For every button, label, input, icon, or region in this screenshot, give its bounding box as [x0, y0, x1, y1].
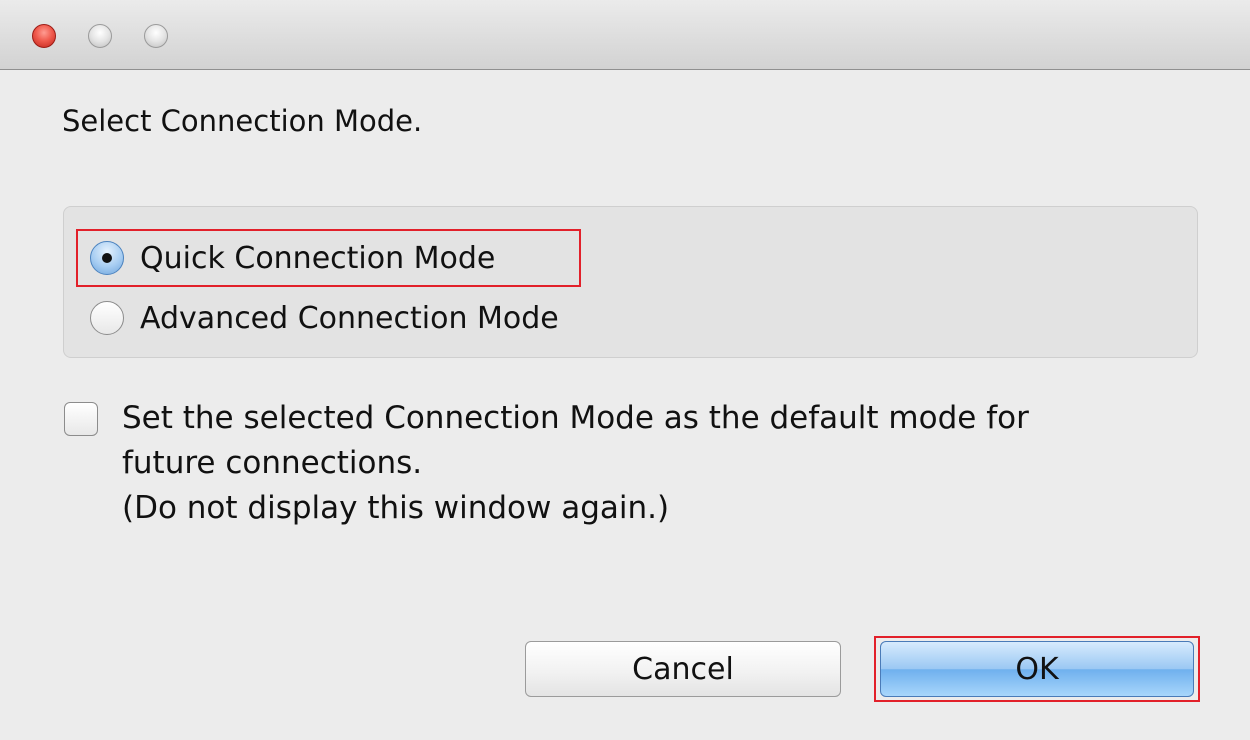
radio-unselected-icon[interactable] [90, 301, 124, 335]
cancel-button[interactable]: Cancel [525, 641, 841, 697]
close-window-icon[interactable] [32, 24, 56, 48]
radio-dot-icon [102, 253, 112, 263]
ok-button[interactable]: OK [880, 641, 1194, 697]
set-default-mode-label[interactable]: Set the selected Connection Mode as the … [122, 396, 1202, 531]
checkbox-label-line: (Do not display this window again.) [122, 490, 670, 526]
dialog-prompt: Select Connection Mode. [62, 104, 423, 138]
quick-connection-mode-option[interactable]: Quick Connection Mode [90, 236, 495, 280]
radio-selected-icon[interactable] [90, 241, 124, 275]
set-default-mode-checkbox[interactable] [64, 402, 98, 436]
connection-mode-dialog: Select Connection Mode. Quick Connection… [0, 0, 1250, 740]
title-bar [0, 0, 1250, 70]
advanced-connection-mode-option[interactable]: Advanced Connection Mode [90, 296, 559, 340]
zoom-window-icon[interactable] [144, 24, 168, 48]
checkbox-label-line: future connections. [122, 445, 423, 481]
quick-connection-mode-label[interactable]: Quick Connection Mode [140, 241, 495, 276]
advanced-connection-mode-label[interactable]: Advanced Connection Mode [140, 301, 559, 336]
minimize-window-icon[interactable] [88, 24, 112, 48]
checkbox-label-line: Set the selected Connection Mode as the … [122, 400, 1029, 436]
